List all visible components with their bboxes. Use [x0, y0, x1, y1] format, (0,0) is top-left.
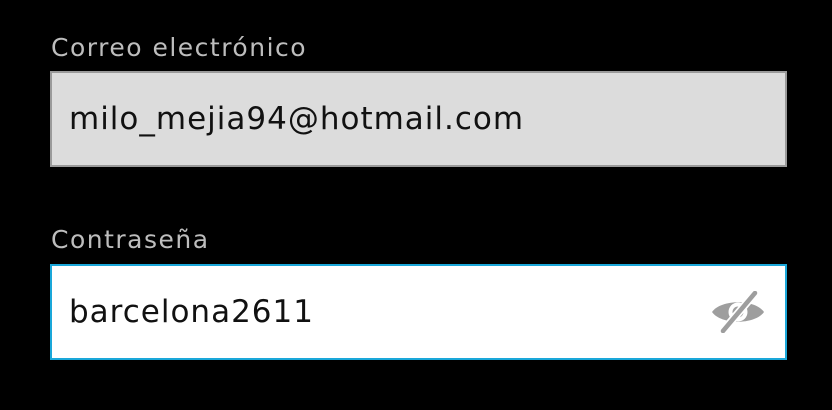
email-value: milo_mejia94@hotmail.com	[69, 101, 525, 137]
password-field[interactable]: barcelona2611	[50, 264, 787, 360]
password-value: barcelona2611	[69, 294, 314, 330]
password-label: Contraseña	[51, 225, 210, 254]
eye-slash-icon[interactable]	[709, 290, 767, 334]
eye-slash-icon-graphic	[712, 291, 764, 333]
email-label: Correo electrónico	[51, 33, 308, 62]
email-field[interactable]: milo_mejia94@hotmail.com	[50, 71, 787, 167]
